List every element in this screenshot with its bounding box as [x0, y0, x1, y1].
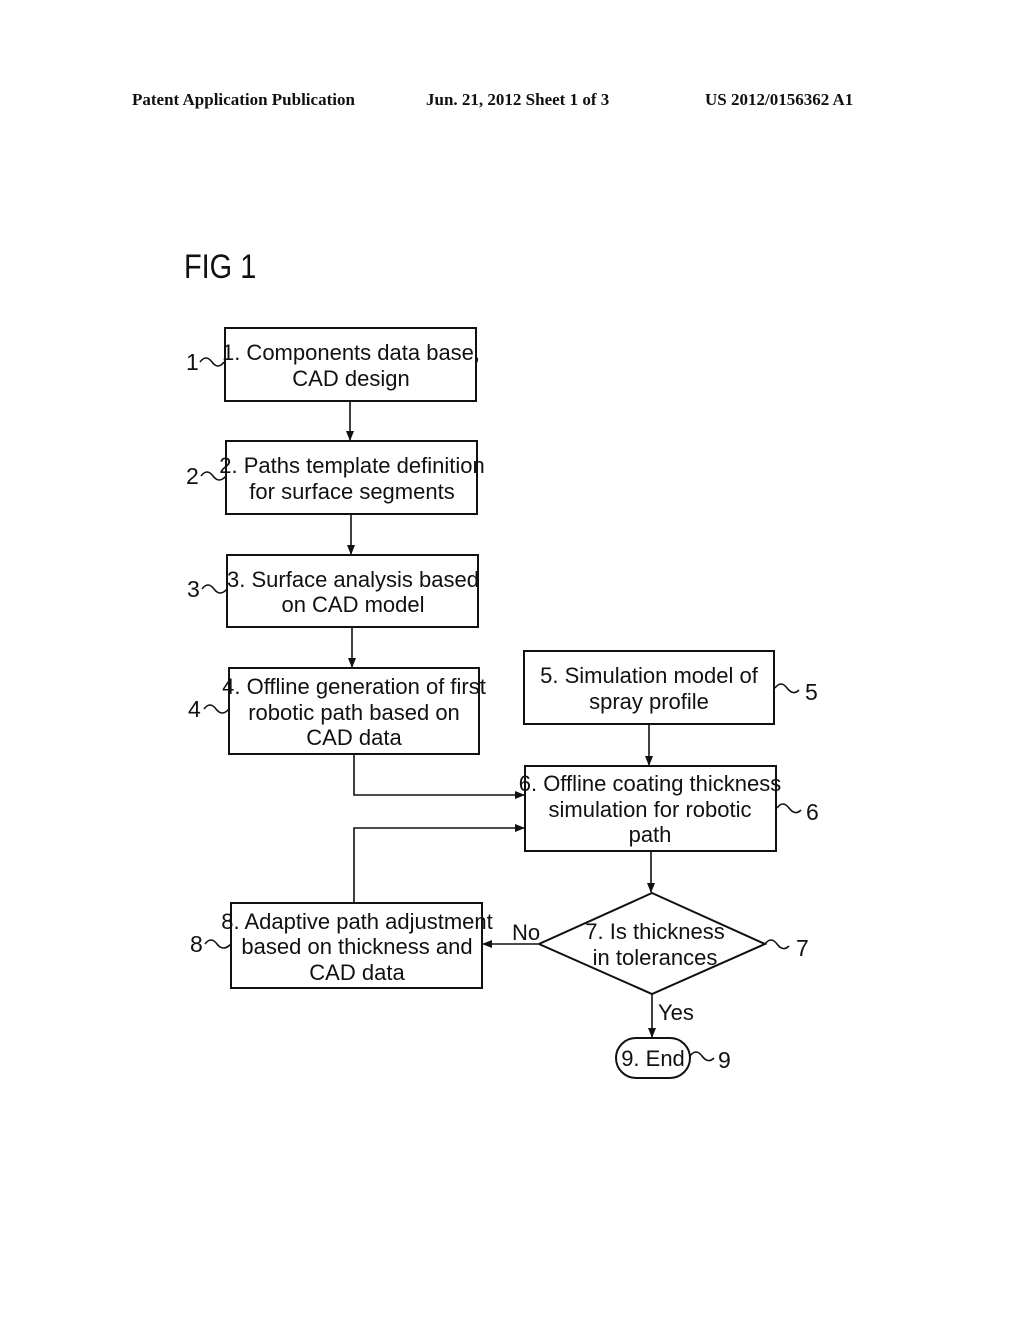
ref-numeral-1: 1	[186, 349, 199, 375]
node-8-line: CAD data	[309, 960, 405, 985]
ref-numeral-4: 4	[188, 696, 201, 722]
ref-numeral-8: 8	[190, 931, 203, 957]
leader-8	[204, 939, 232, 949]
node-4-line: CAD data	[306, 725, 402, 750]
node-7-line: 7. Is thickness	[585, 919, 724, 944]
edge-4-6	[353, 754, 525, 799]
node-5-line: spray profile	[589, 689, 709, 714]
node-6: 6. Offline coating thickness simulation …	[519, 765, 782, 852]
node-1-line: 1. Components data base,	[222, 340, 480, 365]
node-7-line: in tolerances	[593, 945, 718, 970]
node-4-line: 4. Offline generation of first	[222, 674, 486, 699]
node-5-line: 5. Simulation model of	[540, 663, 759, 688]
node-2: 2. Paths template definition for surface…	[219, 440, 485, 515]
node-2-line: 2. Paths template definition	[219, 453, 484, 478]
ref-numeral-2: 2	[186, 463, 199, 489]
edge-label-yes: Yes	[658, 1000, 694, 1025]
ref-numeral-5: 5	[805, 679, 818, 705]
ref-numeral-6: 6	[806, 799, 819, 825]
edge-8-6	[353, 824, 525, 904]
node-6-line: path	[629, 822, 672, 847]
leader-7	[764, 939, 790, 950]
node-6-line: simulation for robotic	[549, 797, 752, 822]
leader-3	[201, 584, 228, 594]
node-8-line: based on thickness and	[241, 934, 472, 959]
node-1-line: CAD design	[292, 366, 409, 391]
node-1: 1. Components data base, CAD design	[222, 327, 480, 402]
node-6-line: 6. Offline coating thickness	[519, 771, 782, 796]
edge-label-no: No	[512, 920, 540, 945]
leader-9	[689, 1051, 715, 1062]
node-4: 4. Offline generation of first robotic p…	[222, 667, 486, 755]
node-7: 7. Is thickness in tolerances	[536, 891, 768, 996]
flowchart: No Yes 1. Components data base, CAD desi…	[186, 327, 819, 1079]
node-9: 9. End	[615, 1037, 691, 1079]
node-8: 8. Adaptive path adjustment based on thi…	[221, 902, 493, 989]
node-9-line: 9. End	[621, 1046, 685, 1071]
ref-numeral-7: 7	[796, 935, 809, 961]
leader-5	[774, 683, 800, 694]
ref-numeral-9: 9	[718, 1047, 731, 1073]
node-3-line: on CAD model	[281, 592, 424, 617]
node-2-line: for surface segments	[249, 479, 454, 504]
leader-1	[199, 357, 225, 367]
node-8-line: 8. Adaptive path adjustment	[221, 909, 493, 934]
leader-4	[203, 704, 230, 714]
ref-numeral-3: 3	[187, 576, 200, 602]
leader-6	[776, 803, 802, 814]
node-5: 5. Simulation model of spray profile	[523, 650, 775, 725]
node-3: 3. Surface analysis based on CAD model	[226, 554, 479, 628]
node-4-line: robotic path based on	[248, 700, 460, 725]
node-3-line: 3. Surface analysis based	[227, 567, 479, 592]
